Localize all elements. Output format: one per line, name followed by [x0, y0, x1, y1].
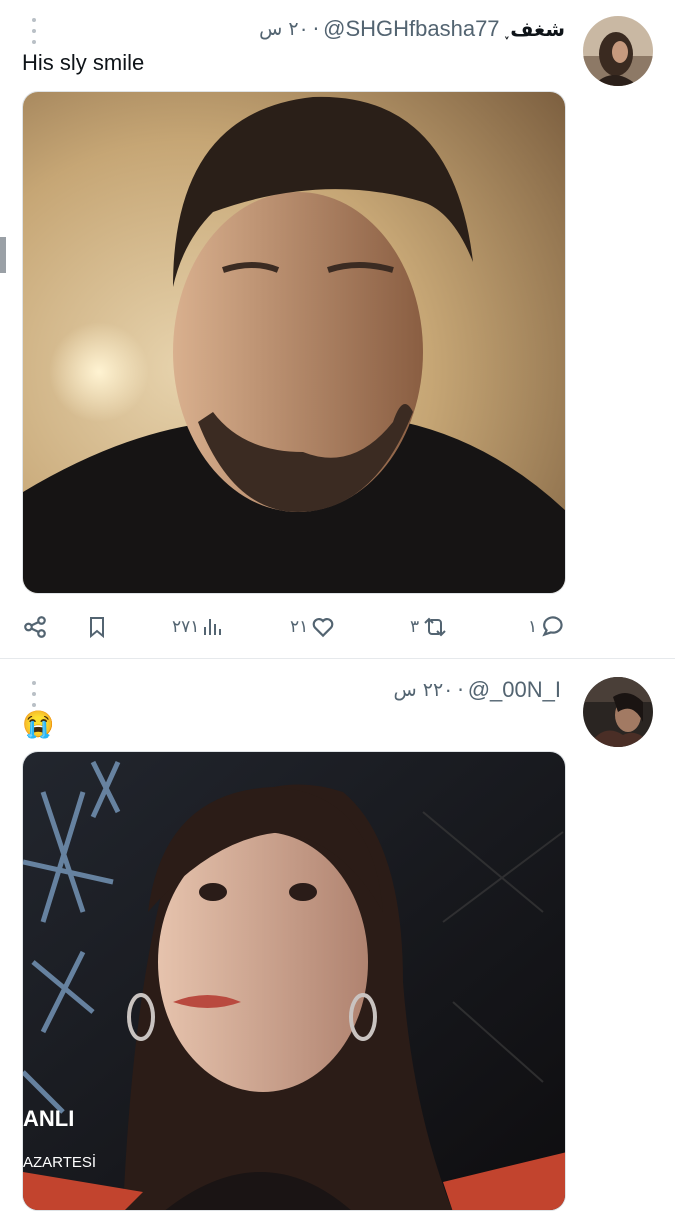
retweet-icon: [424, 617, 446, 637]
retweet-count: ٣: [410, 617, 420, 637]
share-icon: [24, 616, 46, 638]
media-overlay-subtext: AZARTESİ: [23, 1154, 97, 1171]
like-button[interactable]: ٢١: [290, 610, 336, 644]
bookmark-button[interactable]: [85, 610, 109, 644]
tweet-time[interactable]: ٢٢٠ س: [394, 679, 454, 701]
tweet[interactable]: ٢٠ س · @SHGHfbasha77 ˯شغف His sly smile: [0, 0, 675, 659]
tweet-actions: ٢٧١ ٢١ ٣ ١: [22, 610, 572, 644]
separator-dot: ·: [457, 678, 464, 702]
display-name-text: شغف: [510, 16, 565, 41]
bookmark-icon: [90, 617, 104, 639]
tweet[interactable]: ٢٢٠ س · @_00N_I 😭 ANLI AZARTESİ: [0, 659, 675, 1211]
views-icon: [204, 619, 222, 635]
more-vertical-icon[interactable]: [28, 681, 40, 707]
retweet-button[interactable]: ٣: [410, 610, 449, 644]
tweet-time[interactable]: ٢٠ س: [259, 18, 309, 40]
tweet-text: His sly smile: [22, 50, 145, 75]
user-handle[interactable]: @_00N_I: [468, 677, 561, 703]
reply-button[interactable]: ١: [528, 610, 565, 644]
avatar[interactable]: [583, 677, 653, 747]
tweet-header: ٢٢٠ س · @_00N_I: [394, 675, 566, 705]
media-overlay-text: ANLI: [23, 1106, 75, 1131]
display-name[interactable]: ˯شغف: [504, 17, 565, 42]
tweet-media-image[interactable]: ANLI AZARTESİ: [22, 751, 566, 1211]
views-button[interactable]: ٢٧١: [172, 610, 225, 644]
share-button[interactable]: [22, 610, 48, 644]
avatar[interactable]: [583, 16, 653, 86]
views-count: ٢٧١: [172, 617, 200, 637]
reply-icon: [542, 616, 563, 637]
more-vertical-icon[interactable]: [28, 18, 40, 44]
reply-count: ١: [528, 617, 538, 637]
tweet-header: ٢٠ س · @SHGHfbasha77 ˯شغف: [259, 14, 565, 44]
heart-icon: [312, 618, 334, 638]
tweet-media-image[interactable]: [22, 91, 566, 594]
separator-dot: ·: [312, 17, 320, 41]
like-count: ٢١: [290, 617, 309, 637]
user-handle[interactable]: @SHGHfbasha77: [323, 16, 499, 42]
tweet-text: 😭: [22, 709, 55, 739]
